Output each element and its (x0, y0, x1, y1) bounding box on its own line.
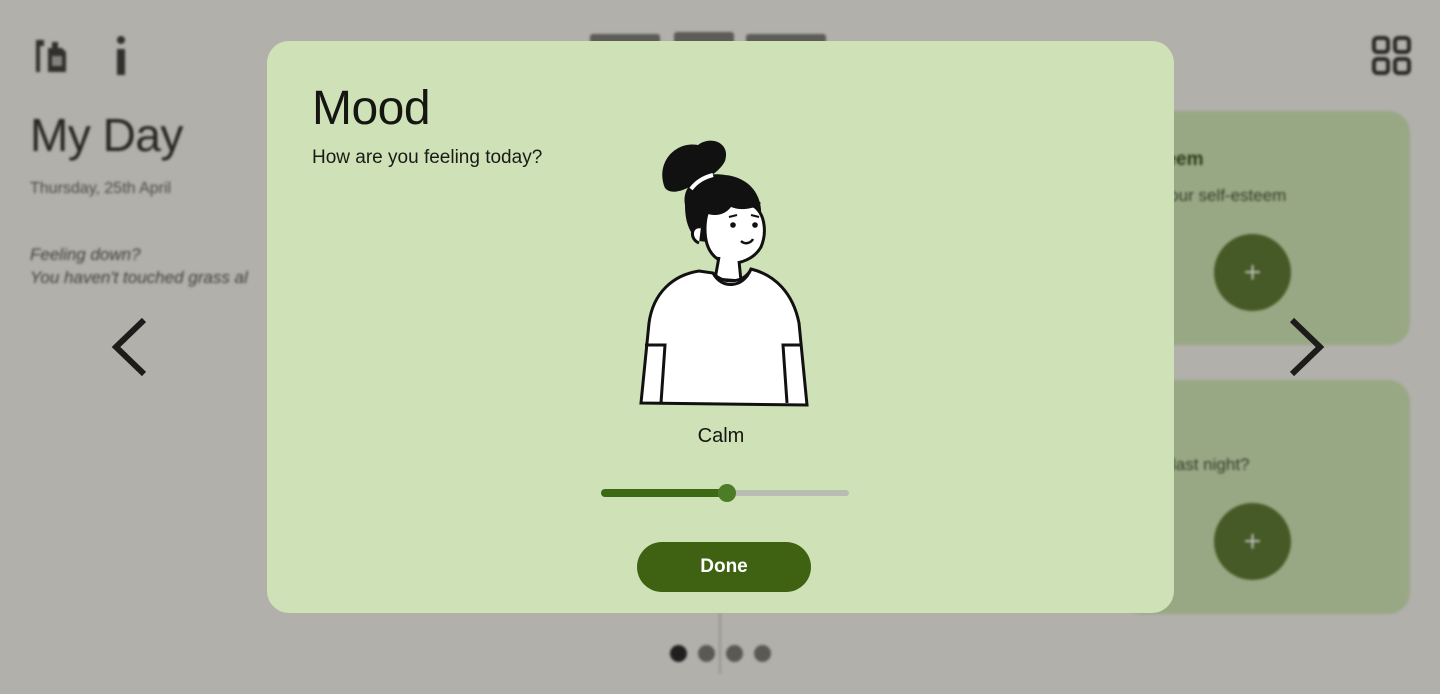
chevron-right-icon[interactable] (1282, 316, 1328, 383)
chevron-left-icon[interactable] (108, 316, 154, 383)
dialog-title: Mood (312, 82, 431, 135)
done-button[interactable]: Done (637, 542, 811, 592)
calm-person-illustration (639, 140, 809, 407)
mood-slider[interactable] (601, 483, 849, 503)
slider-thumb[interactable] (718, 484, 737, 502)
dialog-question: How are you feeling today? (312, 147, 543, 168)
mood-dialog: Mood How are you feeling today? Calm Don… (267, 41, 1174, 613)
slider-fill (601, 489, 728, 497)
mood-label: Calm (697, 425, 745, 447)
